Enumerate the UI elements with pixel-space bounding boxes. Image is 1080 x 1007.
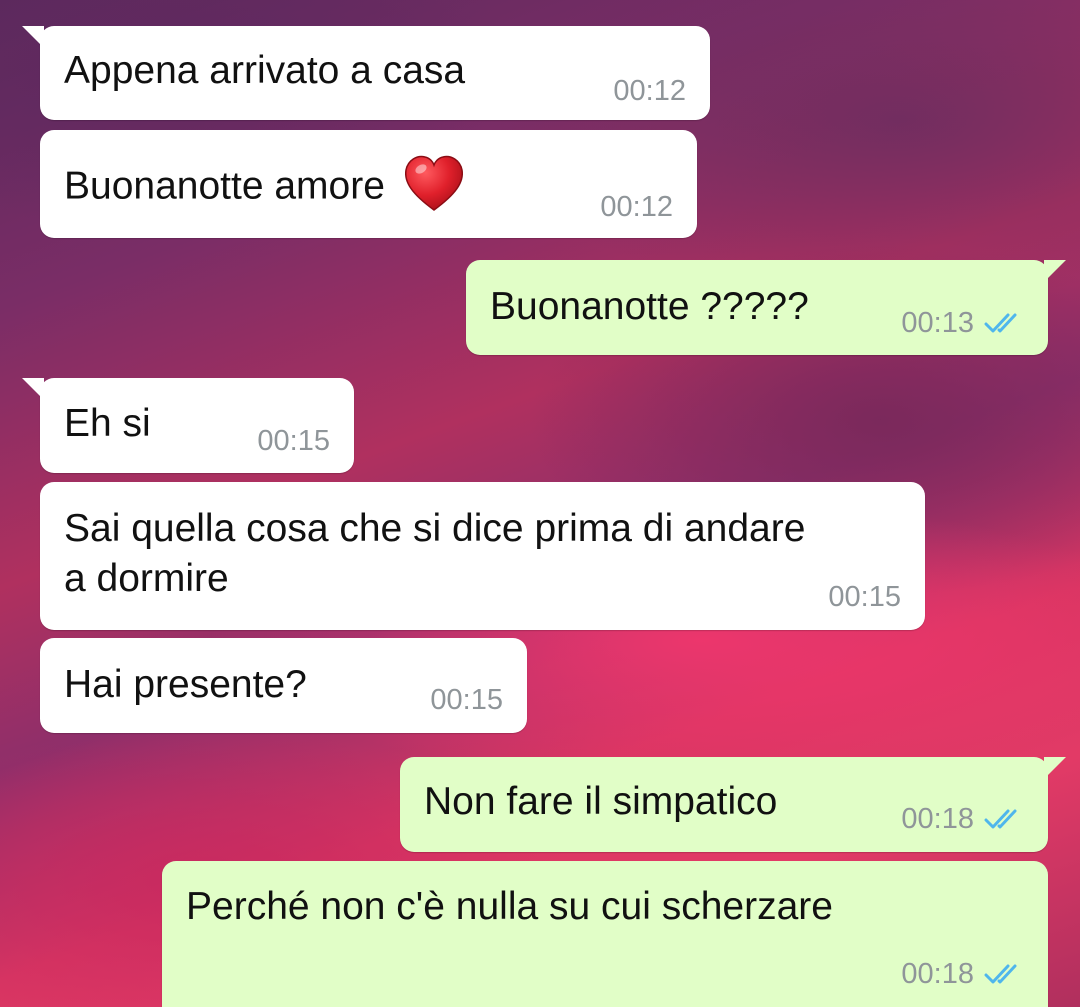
message-text: Perché non c'è nulla su cui scherzare: [186, 885, 833, 928]
message-text-line-1: Sai quella cosa che si dice prima di and…: [64, 507, 806, 550]
message-bubble-outgoing[interactable]: Non fare il simpatico 00:18: [400, 757, 1066, 852]
message-bubble-incoming[interactable]: Eh si 00:15: [22, 378, 354, 473]
message-bubble-outgoing[interactable]: Buonanotte ????? 00:13: [466, 260, 1066, 355]
double-check-read-icon: [984, 964, 1017, 984]
double-check-read-icon: [984, 313, 1017, 333]
message-text-content: Buonanotte amore: [64, 164, 385, 208]
message-timestamp: 00:15: [257, 425, 330, 457]
chat-thread: Appena arrivato a casa 00:12 Buonanotte …: [0, 0, 1080, 1007]
message-text: Hai presente?: [64, 663, 307, 706]
message-text: Buonanotte ?????: [490, 285, 809, 328]
bubble-tail: [1044, 757, 1066, 779]
message-timestamp: 00:18: [901, 958, 974, 990]
message-timestamp: 00:13: [901, 307, 974, 339]
message-bubble-incoming[interactable]: Buonanotte amore 00:12: [40, 130, 697, 238]
message-bubble-incoming[interactable]: Hai presente? 00:15: [40, 638, 527, 733]
message-bubble-incoming[interactable]: Sai quella cosa che si dice prima di and…: [40, 482, 925, 630]
message-bubble-incoming[interactable]: Appena arrivato a casa 00:12: [22, 26, 710, 120]
message-timestamp: 00:12: [600, 191, 673, 223]
message-timestamp: 00:15: [828, 581, 901, 613]
double-check-read-icon: [984, 809, 1017, 829]
message-text: Non fare il simpatico: [424, 780, 778, 823]
message-text: Eh si: [64, 402, 151, 445]
bubble-tail: [22, 26, 44, 48]
bubble-tail: [22, 378, 44, 400]
message-text: Appena arrivato a casa: [64, 49, 466, 92]
red-heart-emoji-icon: [404, 155, 463, 211]
bubble-tail: [1044, 260, 1066, 282]
message-timestamp: 00:15: [430, 684, 503, 716]
message-timestamp: 00:12: [613, 75, 686, 107]
message-timestamp: 00:18: [901, 803, 974, 835]
message-text: Buonanotte amore: [64, 155, 466, 220]
message-bubble-outgoing[interactable]: Perché non c'è nulla su cui scherzare 00…: [162, 861, 1048, 1007]
message-text-line-2: a dormire: [64, 557, 229, 600]
